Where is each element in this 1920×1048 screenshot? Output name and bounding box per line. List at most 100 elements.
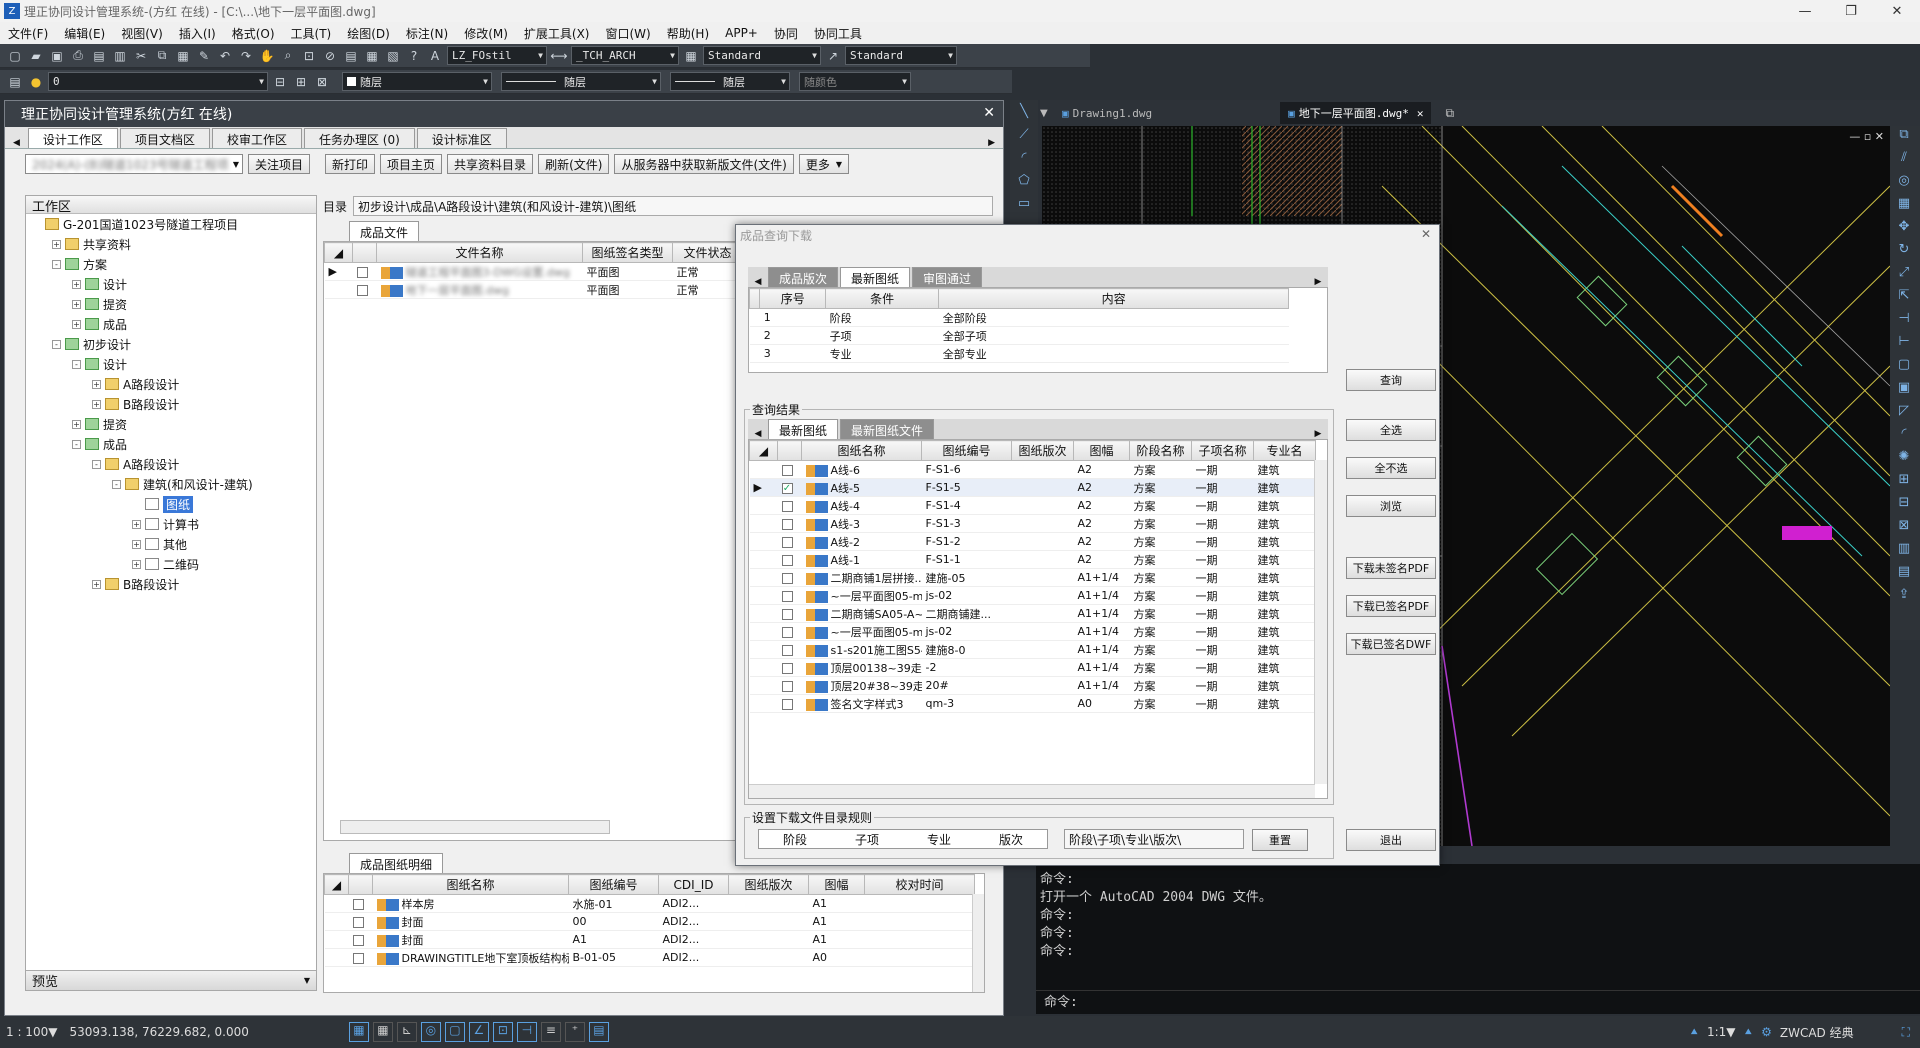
clean-screen-icon[interactable]: ⛶ <box>1902 1025 1910 1040</box>
close-tab-icon[interactable]: ✕ <box>1417 107 1424 120</box>
filter-row[interactable]: 3 专业 全部专业 <box>749 344 1289 363</box>
results-vscroll[interactable] <box>1314 460 1327 784</box>
download-signed-pdf-button[interactable]: 下载已签名PDF <box>1346 595 1436 617</box>
row-checkbox[interactable] <box>781 554 793 566</box>
manager-tab[interactable]: 项目文档区 <box>119 128 210 148</box>
annotation-scale-icon[interactable]: ⯅ <box>1689 1025 1699 1040</box>
new-tab-icon[interactable]: ⧉ <box>1445 106 1454 121</box>
result-row[interactable]: 二期商铺1层拼接... 建施-05 A1+1/4 方案 一期 建筑 <box>749 568 1316 587</box>
col-sheet-size[interactable]: 图幅 <box>808 874 865 895</box>
refresh-button[interactable]: 刷新(文件) <box>538 154 610 174</box>
files-hscroll[interactable] <box>340 820 610 834</box>
tree-node[interactable]: - 建筑(和风设计-建筑) <box>26 474 316 494</box>
menu-item[interactable]: 视图(V) <box>113 25 171 42</box>
manager-tab[interactable]: 设计标准区 <box>416 128 507 148</box>
tab-scroll-left-icon[interactable]: ◀ <box>748 429 768 439</box>
expand-icon[interactable]: + <box>92 579 101 589</box>
dim-style-icon[interactable]: ⟷ <box>550 47 568 65</box>
open-icon[interactable]: ▰ <box>27 47 45 65</box>
plotstyle-select[interactable]: 随颜色 <box>799 72 911 91</box>
offset-icon[interactable]: ◎ <box>1890 169 1918 192</box>
col-content[interactable]: 内容 <box>938 288 1289 309</box>
multileader-style-icon[interactable]: ↗ <box>824 47 842 65</box>
expand-icon[interactable]: + <box>132 519 141 529</box>
undo-icon[interactable]: ↶ <box>216 47 234 65</box>
query-button[interactable]: 查询 <box>1346 369 1436 391</box>
print-icon[interactable]: ⎙ <box>69 47 87 65</box>
col-drawing-name[interactable]: 图纸名称 <box>372 874 569 895</box>
polar-icon[interactable]: ◎ <box>420 1022 441 1042</box>
row-checkbox[interactable] <box>781 680 793 692</box>
join-icon[interactable]: ▣ <box>1890 376 1918 399</box>
expand-icon[interactable]: + <box>72 419 81 429</box>
row-checkbox[interactable] <box>356 284 368 296</box>
annotation-visibility-icon[interactable]: ⯅ <box>1743 1025 1753 1040</box>
row-checkbox[interactable] <box>781 518 793 530</box>
filter-row[interactable]: 1 阶段 全部阶段 <box>749 308 1289 327</box>
rectangle-icon[interactable]: ▭ <box>1010 192 1038 215</box>
array-icon[interactable]: ▦ <box>1890 192 1918 215</box>
zoom-prev-icon[interactable]: ⊘ <box>321 47 339 65</box>
results-hscroll[interactable] <box>749 784 1315 798</box>
detail-vscroll[interactable] <box>972 894 984 992</box>
zoom-icon[interactable]: ⌕ <box>279 47 297 65</box>
result-row[interactable]: ▶ ✓ A线-5 F-S1-5 A2 方案 一期 建筑 <box>749 478 1316 497</box>
annotation-scale[interactable]: 1:1▼ <box>1707 1025 1736 1039</box>
menu-item[interactable]: 插入(I) <box>171 25 224 42</box>
col-file-name[interactable]: 文件名称 <box>376 242 583 263</box>
result-row[interactable]: s1-s201施工图S54...建施8-0A1+1/4方案一期建筑 <box>749 640 1316 659</box>
tab-scroll-left-icon[interactable]: ◀ <box>13 138 20 148</box>
minimize-button[interactable]: — <box>1782 0 1828 22</box>
collapse-icon[interactable]: - <box>92 459 101 469</box>
tab-result-latest[interactable]: 最新图纸 <box>768 419 839 439</box>
manager-tab[interactable]: 校审工作区 <box>211 128 302 148</box>
tree-node[interactable]: - A路段设计 <box>26 454 316 474</box>
fetch-latest-button[interactable]: 从服务器中获取新版文件(文件) <box>614 154 794 174</box>
scale-readout[interactable]: 1 : 100▼ <box>6 1025 57 1039</box>
result-row[interactable]: 顶层00138~39走...-2A1+1/4方案一期建筑 <box>749 658 1316 677</box>
polygon-icon[interactable]: ⬠ <box>1010 169 1038 192</box>
new-icon[interactable]: ▢ <box>6 47 24 65</box>
expand-icon[interactable]: + <box>72 299 81 309</box>
ortho-icon[interactable]: ⊾ <box>396 1022 417 1042</box>
preview-header[interactable]: 预览 ▼ <box>26 970 316 990</box>
result-row[interactable]: A线-3 F-S1-3 A2 方案 一期 建筑 <box>749 514 1316 533</box>
layers-icon[interactable]: ⊟ <box>1890 491 1918 514</box>
layer-select[interactable]: 0 <box>48 72 268 91</box>
tree-node[interactable]: + 二维码 <box>26 554 316 574</box>
match-icon[interactable]: ✎ <box>195 47 213 65</box>
tab-product-files[interactable]: 成品文件 <box>349 221 420 241</box>
layer-prev-icon[interactable]: ⊞ <box>292 73 310 91</box>
col-cdi-id[interactable]: CDI_ID <box>658 874 729 895</box>
tree-node[interactable]: 图纸 <box>26 494 316 514</box>
select-all-button[interactable]: 全选 <box>1346 419 1436 441</box>
table-row[interactable]: ▶ 隧道工程平面图3-DWG设置.dwg 平面图 正常 <box>324 262 743 281</box>
tree-node[interactable]: + 提资 <box>26 294 316 314</box>
mirror-icon[interactable]: ⫽ <box>1890 146 1918 169</box>
row-checkbox[interactable] <box>781 608 793 620</box>
cut-icon[interactable]: ✂ <box>132 47 150 65</box>
redo-icon[interactable]: ↷ <box>237 47 255 65</box>
menu-item[interactable]: 格式(O) <box>224 25 283 42</box>
menu-item[interactable]: 扩展工具(X) <box>516 25 598 42</box>
tab-menu-icon[interactable]: ▼ <box>1040 108 1054 119</box>
tree-node[interactable]: - 成品 <box>26 434 316 454</box>
tree-node[interactable]: - 方案 <box>26 254 316 274</box>
publish-icon[interactable]: ▥ <box>111 47 129 65</box>
snap-icon[interactable]: ▦ <box>348 1022 369 1042</box>
more-button[interactable]: 更多 ▼ <box>798 154 849 174</box>
transparency-icon[interactable]: ⁺ <box>564 1022 585 1042</box>
row-checkbox[interactable] <box>352 898 364 910</box>
col-drawing-code[interactable]: 图纸编号 <box>568 874 659 895</box>
result-row[interactable]: A线-4 F-S1-4 A2 方案 一期 建筑 <box>749 496 1316 515</box>
row-checkbox[interactable] <box>356 266 368 278</box>
close-button[interactable]: ✕ <box>1874 0 1920 22</box>
qp-icon[interactable]: ▤ <box>588 1022 609 1042</box>
tab-result-files[interactable]: 最新图纸文件 <box>840 419 935 439</box>
tree-node[interactable]: + A路段设计 <box>26 374 316 394</box>
chamfer-icon[interactable]: ◸ <box>1890 399 1918 422</box>
ducs-icon[interactable]: ⊣ <box>516 1022 537 1042</box>
color-select[interactable]: 随层 <box>342 72 492 91</box>
linetype-select[interactable]: 随层 <box>501 72 661 91</box>
tree-node[interactable]: + B路段设计 <box>26 394 316 414</box>
